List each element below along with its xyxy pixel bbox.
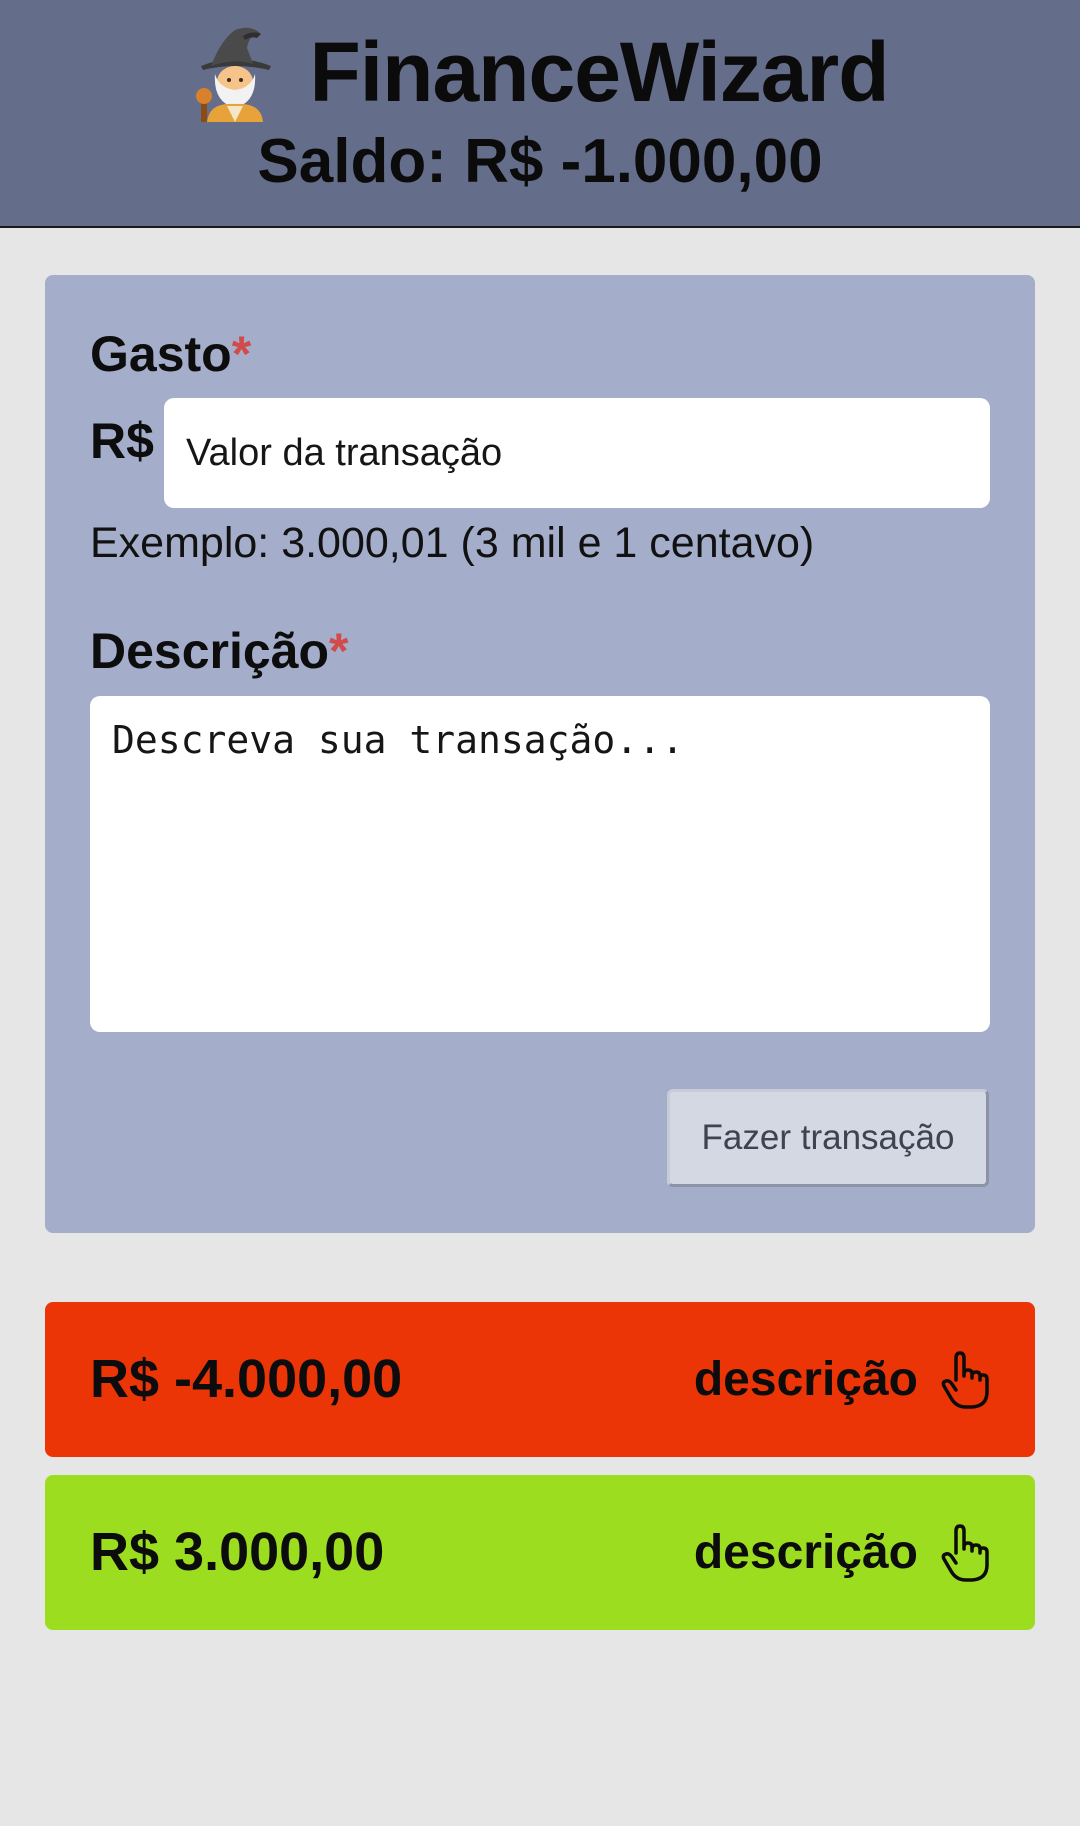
description-label-text: Descrição xyxy=(90,623,330,679)
app-header: FinanceWizard Saldo: R$ -1.000,00 xyxy=(0,0,1080,228)
amount-field-label: Gasto* xyxy=(90,325,251,383)
transaction-row-expense: R$ -4.000,00 descrição xyxy=(45,1302,1035,1457)
transaction-amount: R$ -4.000,00 xyxy=(90,1349,403,1409)
amount-hint: Exemplo: 3.000,01 (3 mil e 1 centavo) xyxy=(90,519,815,567)
transaction-row-income: R$ 3.000,00 descrição xyxy=(45,1475,1035,1630)
description-field-label: Descrição* xyxy=(90,622,349,680)
amount-input[interactable] xyxy=(164,398,990,508)
description-link-label: descrição xyxy=(693,1353,918,1406)
header-title-row: FinanceWizard xyxy=(0,22,1080,122)
description-textarea[interactable] xyxy=(90,696,990,1032)
balance-display: Saldo: R$ -1.000,00 xyxy=(257,127,823,196)
transaction-form: Gasto* R$ Exemplo: 3.000,01 (3 mil e 1 c… xyxy=(45,275,1035,1233)
transaction-description-link[interactable]: descrição xyxy=(694,1475,990,1630)
submit-transaction-button[interactable]: Fazer transação xyxy=(667,1089,989,1187)
required-asterisk: * xyxy=(329,623,349,679)
amount-label-text: Gasto xyxy=(90,326,232,382)
required-asterisk: * xyxy=(231,326,252,382)
currency-prefix: R$ xyxy=(90,413,154,469)
app-title: FinanceWizard xyxy=(309,24,889,119)
transaction-description-link[interactable]: descrição xyxy=(694,1302,990,1457)
description-link-label: descrição xyxy=(693,1526,918,1579)
pointer-hand-icon xyxy=(941,1523,989,1582)
wizard-icon xyxy=(196,27,272,122)
pointer-hand-icon xyxy=(941,1350,989,1409)
transaction-amount: R$ 3.000,00 xyxy=(90,1522,385,1582)
